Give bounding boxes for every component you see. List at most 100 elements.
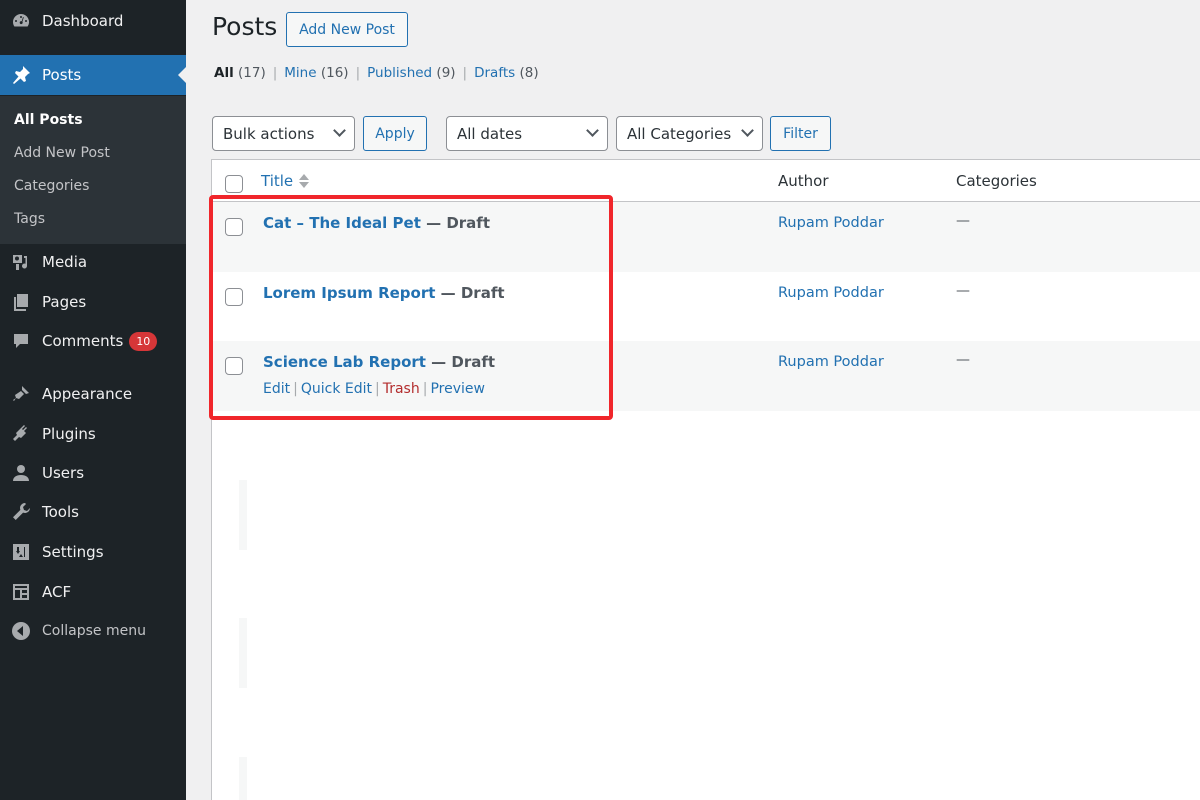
column-title-sort[interactable]: Title bbox=[261, 172, 310, 190]
collapse-menu-button[interactable]: Collapse menu bbox=[0, 611, 186, 651]
post-state: — Draft bbox=[425, 353, 496, 371]
loading-placeholder bbox=[239, 757, 247, 800]
sidebar-item-appearance[interactable]: Appearance bbox=[0, 374, 186, 414]
category-filter-select[interactable]: All Categories bbox=[616, 116, 763, 151]
dashboard-icon bbox=[10, 10, 32, 32]
view-separator: | bbox=[462, 65, 468, 81]
post-title: Science Lab Report — Draft bbox=[263, 353, 495, 371]
main-content: Posts Add New Post All (17) | Mine (16) … bbox=[186, 0, 1200, 800]
view-separator: | bbox=[272, 65, 278, 81]
plugin-icon bbox=[10, 423, 32, 445]
sidebar-item-label: Plugins bbox=[42, 425, 96, 443]
page-title: Posts bbox=[212, 12, 278, 41]
sidebar-item-plugins[interactable]: Plugins bbox=[0, 414, 186, 454]
edit-link[interactable]: Edit bbox=[263, 381, 290, 397]
sidebar-item-label: Posts bbox=[42, 66, 82, 84]
sidebar-item-label: Tools bbox=[42, 503, 79, 521]
view-mine[interactable]: Mine (16) bbox=[284, 65, 348, 81]
sidebar-item-pages[interactable]: Pages bbox=[0, 282, 186, 322]
filter-button[interactable]: Filter bbox=[770, 116, 831, 151]
post-status-views: All (17) | Mine (16) | Published (9) | D… bbox=[214, 65, 539, 81]
sidebar-item-label: Users bbox=[42, 464, 85, 482]
submenu-add-new-post[interactable]: Add New Post bbox=[0, 137, 186, 170]
post-title-link[interactable]: Science Lab Report bbox=[263, 353, 426, 371]
bulk-actions-select[interactable]: Bulk actions bbox=[212, 116, 355, 151]
view-all[interactable]: All (17) bbox=[214, 65, 266, 81]
post-state: — Draft bbox=[435, 284, 505, 302]
table-row: Cat – The Ideal Pet — Draft Rupam Poddar… bbox=[212, 202, 1200, 272]
settings-icon bbox=[10, 541, 32, 563]
post-title-link[interactable]: Cat – The Ideal Pet bbox=[263, 214, 421, 232]
loading-placeholder bbox=[239, 480, 247, 550]
date-filter-select[interactable]: All dates bbox=[446, 116, 608, 151]
posts-submenu: All Posts Add New Post Categories Tags bbox=[0, 96, 186, 244]
post-author-link[interactable]: Rupam Poddar bbox=[778, 354, 884, 370]
sidebar-item-label: Settings bbox=[42, 543, 104, 561]
paintbrush-icon bbox=[10, 383, 32, 405]
view-separator: | bbox=[355, 65, 361, 81]
sidebar-item-label: ACF bbox=[42, 583, 72, 601]
sidebar-item-label: Pages bbox=[42, 293, 87, 311]
bulk-actions-value: Bulk actions bbox=[223, 124, 315, 143]
apply-button[interactable]: Apply bbox=[363, 116, 427, 151]
category-filter-value: All Categories bbox=[627, 124, 732, 143]
view-published[interactable]: Published (9) bbox=[367, 65, 455, 81]
trash-link[interactable]: Trash bbox=[383, 381, 420, 397]
acf-icon bbox=[10, 581, 32, 603]
row-checkbox[interactable] bbox=[225, 288, 243, 306]
row-checkbox[interactable] bbox=[225, 218, 243, 236]
preview-link[interactable]: Preview bbox=[430, 381, 485, 397]
post-categories: — bbox=[956, 283, 970, 299]
post-title-link[interactable]: Lorem Ipsum Report bbox=[263, 284, 435, 302]
sidebar-item-label: Appearance bbox=[42, 385, 133, 403]
sidebar-item-dashboard[interactable]: Dashboard bbox=[0, 1, 186, 41]
sidebar-item-label: Media bbox=[42, 253, 88, 271]
table-header: Title Author Categories bbox=[212, 160, 1200, 202]
sort-icon bbox=[299, 174, 310, 188]
wrench-icon bbox=[10, 501, 32, 523]
sidebar-item-label: Dashboard bbox=[42, 12, 124, 30]
select-all-checkbox[interactable] bbox=[225, 175, 243, 193]
post-title: Lorem Ipsum Report — Draft bbox=[263, 284, 505, 302]
column-author: Author bbox=[778, 172, 829, 190]
chevron-down-icon bbox=[333, 124, 346, 137]
user-icon bbox=[10, 462, 32, 484]
row-checkbox[interactable] bbox=[225, 357, 243, 375]
table-row: Lorem Ipsum Report — Draft Rupam Poddar … bbox=[212, 272, 1200, 342]
quick-edit-link[interactable]: Quick Edit bbox=[301, 381, 372, 397]
chevron-down-icon bbox=[741, 124, 754, 137]
collapse-icon bbox=[10, 620, 32, 642]
view-drafts[interactable]: Drafts (8) bbox=[474, 65, 538, 81]
sidebar-item-media[interactable]: Media bbox=[0, 242, 186, 282]
comments-count-badge: 10 bbox=[129, 331, 158, 351]
submenu-categories[interactable]: Categories bbox=[0, 170, 186, 203]
admin-sidebar: Dashboard Posts All Posts Add New Post C… bbox=[0, 0, 186, 800]
post-title: Cat – The Ideal Pet — Draft bbox=[263, 214, 490, 232]
row-actions: Edit | Quick Edit | Trash | Preview bbox=[263, 381, 485, 397]
sidebar-item-label: Comments bbox=[42, 332, 124, 350]
sidebar-item-users[interactable]: Users bbox=[0, 453, 186, 493]
date-filter-value: All dates bbox=[457, 124, 523, 143]
post-categories: — bbox=[956, 352, 970, 368]
column-title-label: Title bbox=[261, 172, 294, 190]
post-author-link[interactable]: Rupam Poddar bbox=[778, 215, 884, 231]
sidebar-item-settings[interactable]: Settings bbox=[0, 532, 186, 572]
add-new-post-button[interactable]: Add New Post bbox=[286, 12, 408, 47]
loading-placeholder bbox=[239, 618, 247, 688]
submenu-all-posts[interactable]: All Posts bbox=[0, 104, 186, 137]
post-categories: — bbox=[956, 213, 970, 229]
column-categories: Categories bbox=[956, 172, 1037, 190]
comments-icon bbox=[10, 330, 32, 352]
post-state: — Draft bbox=[420, 214, 490, 232]
pages-icon bbox=[10, 291, 32, 313]
pin-icon bbox=[10, 64, 32, 86]
sidebar-item-acf[interactable]: ACF bbox=[0, 572, 186, 612]
sidebar-item-label: Collapse menu bbox=[42, 623, 146, 639]
sidebar-item-comments[interactable]: Comments 10 bbox=[0, 321, 186, 361]
post-author-link[interactable]: Rupam Poddar bbox=[778, 285, 884, 301]
media-icon bbox=[10, 251, 32, 273]
sidebar-item-tools[interactable]: Tools bbox=[0, 492, 186, 532]
chevron-down-icon bbox=[586, 124, 599, 137]
submenu-tags[interactable]: Tags bbox=[0, 203, 186, 236]
sidebar-item-posts[interactable]: Posts bbox=[0, 55, 186, 95]
